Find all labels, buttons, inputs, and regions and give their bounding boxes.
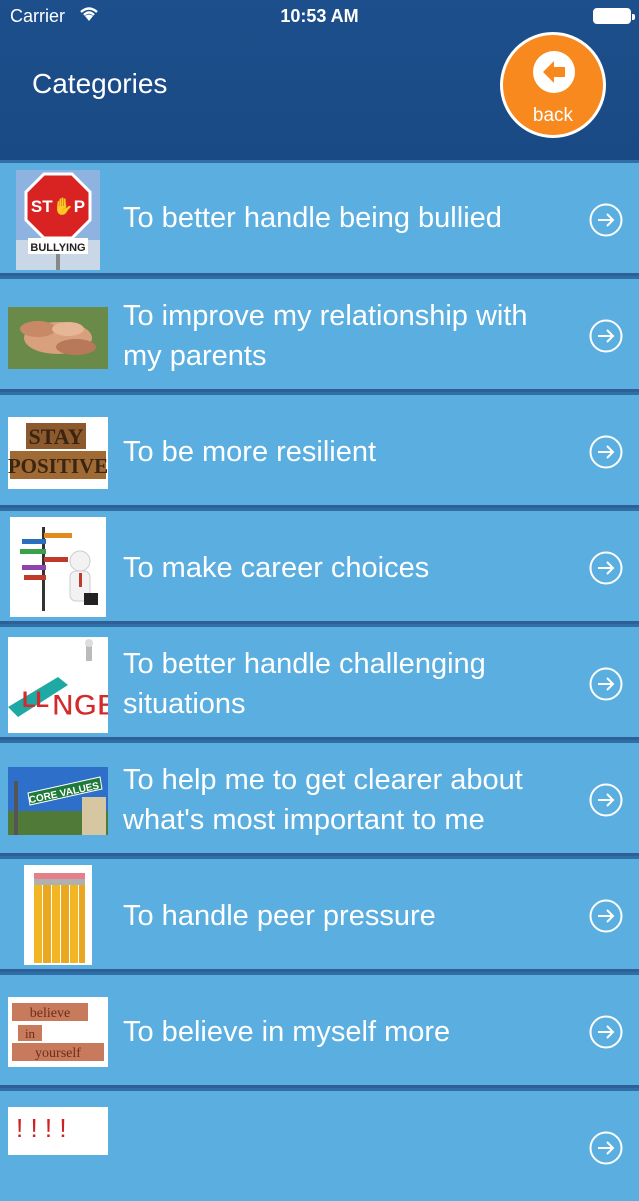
svg-text:ST✋P: ST✋P: [31, 196, 85, 216]
arrow-right-circle-icon[interactable]: [589, 551, 623, 585]
core-values-sign-image: CORE VALUES: [8, 767, 108, 835]
category-label: To believe in myself more: [123, 1016, 451, 1048]
category-label: To better handle challenging situations: [123, 648, 486, 720]
svg-text:! ! ! !: ! ! ! !: [16, 1113, 67, 1143]
category-label: To be more resilient: [123, 436, 377, 468]
back-button[interactable]: back: [500, 32, 606, 138]
clock: 10:53 AM: [280, 6, 359, 26]
category-row[interactable]: believe in yourself To believe in myself…: [0, 972, 639, 1085]
arrow-right-circle-icon[interactable]: [589, 319, 623, 353]
category-label: To help me to get clearer about what's m…: [123, 764, 523, 836]
arrow-right-circle-icon[interactable]: [589, 899, 623, 933]
page-title: Categories: [32, 68, 168, 99]
category-label: To make career choices: [123, 552, 430, 584]
stacked-hands-image: [8, 307, 108, 369]
arrow-right-circle-icon[interactable]: [589, 667, 623, 701]
category-row[interactable]: LL NGE To better handle challenging situ…: [0, 624, 639, 737]
battery-icon: [593, 8, 635, 24]
category-label: To handle peer pressure: [123, 900, 436, 932]
top-bar: Carrier 10:53 AM Categories back: [0, 0, 639, 160]
arrow-right-circle-icon[interactable]: [589, 1015, 623, 1049]
stop-bullying-image: ST✋P BULLYING: [16, 170, 100, 270]
category-row[interactable]: ! ! ! !: [0, 1088, 639, 1201]
partial-row-image: ! ! ! !: [8, 1107, 108, 1155]
category-label: To improve my relationship with my paren…: [123, 300, 528, 372]
back-label: back: [532, 105, 574, 126]
svg-text:LL: LL: [22, 687, 49, 712]
svg-text:yourself: yourself: [35, 1046, 81, 1061]
svg-text:POSITIVE: POSITIVE: [8, 454, 108, 478]
back-arrow-icon: [533, 51, 575, 93]
status-bar: Carrier 10:53 AM: [0, 0, 639, 34]
svg-text:NGE: NGE: [52, 689, 108, 722]
svg-text:BULLYING: BULLYING: [30, 242, 85, 254]
arrow-right-circle-icon[interactable]: [589, 435, 623, 469]
arrow-right-circle-icon[interactable]: [589, 783, 623, 817]
svg-text:STAY: STAY: [28, 424, 83, 449]
stay-positive-image: STAY POSITIVE: [8, 417, 108, 489]
pencils-image: [24, 865, 92, 965]
svg-text:in: in: [25, 1026, 36, 1041]
believe-in-yourself-image: believe in yourself: [8, 997, 108, 1067]
category-row[interactable]: To handle peer pressure: [0, 856, 639, 969]
category-label: To better handle being bullied: [123, 202, 502, 234]
challenge-image: LL NGE: [8, 637, 108, 733]
arrow-right-circle-icon[interactable]: [589, 1131, 623, 1165]
career-signpost-image: [10, 517, 106, 617]
category-row[interactable]: CORE VALUES To help me to get clearer ab…: [0, 740, 639, 853]
category-row[interactable]: ST✋P BULLYING To better handle being bul…: [0, 160, 639, 273]
category-row[interactable]: STAY POSITIVE To be more resilient: [0, 392, 639, 505]
arrow-right-circle-icon[interactable]: [589, 203, 623, 237]
category-row[interactable]: To improve my relationship with my paren…: [0, 276, 639, 389]
svg-text:believe: believe: [30, 1006, 70, 1021]
category-row[interactable]: To make career choices: [0, 508, 639, 621]
